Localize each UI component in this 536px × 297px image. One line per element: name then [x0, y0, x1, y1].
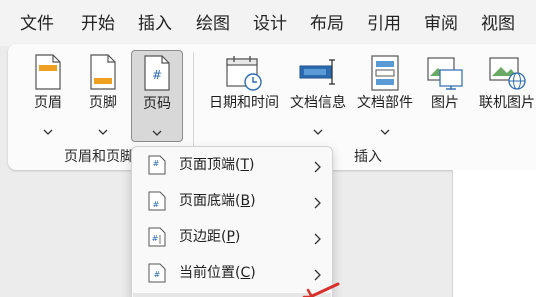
- menu-bar: 文件 开始 插入 绘图 设计 布局 引用 审阅 视图: [0, 0, 536, 46]
- chevron-right-icon: [314, 194, 322, 213]
- menu-item-page-bottom[interactable]: # 页面底端(B): [132, 184, 332, 218]
- menu-file[interactable]: 文件: [20, 12, 54, 36]
- document-info-icon: [298, 54, 338, 94]
- online-picture-button[interactable]: 联机图片: [479, 50, 535, 142]
- chevron-down-icon: [98, 120, 108, 139]
- picture-icon: [426, 54, 464, 94]
- current-position-icon: #: [148, 263, 166, 287]
- chevron-down-icon: [313, 120, 323, 139]
- chevron-down-icon: [43, 120, 53, 139]
- menu-item-page-margin[interactable]: # 页边距(P): [132, 220, 332, 254]
- svg-text:#: #: [153, 159, 160, 168]
- svg-text:#: #: [153, 200, 160, 209]
- menu-layout[interactable]: 布局: [310, 12, 344, 36]
- page-number-label: 页码: [143, 96, 171, 112]
- menu-item-label: 当前位置: [179, 265, 235, 281]
- date-time-icon: [225, 54, 263, 96]
- document-parts-icon: [370, 54, 400, 96]
- svg-text:#: #: [152, 68, 162, 82]
- menu-item-label: 页面底端: [179, 193, 235, 209]
- chevron-right-icon: [314, 230, 322, 249]
- menu-item-page-top[interactable]: # 页面顶端(T): [132, 148, 332, 182]
- word-window: 文件 开始 插入 绘图 设计 布局 引用 审阅 视图 页眉 页脚 # 页码 日期…: [0, 0, 536, 297]
- menu-view[interactable]: 视图: [481, 12, 515, 36]
- menu-draw[interactable]: 绘图: [196, 12, 230, 36]
- menu-home[interactable]: 开始: [81, 12, 115, 36]
- header-icon: [34, 54, 62, 94]
- chevron-down-icon: [380, 120, 390, 139]
- page-top-icon: #: [148, 155, 166, 179]
- date-time-button[interactable]: 日期和时间: [209, 50, 279, 142]
- group-label-insert: 插入: [354, 149, 382, 165]
- menu-item-label: 页面顶端: [179, 157, 235, 173]
- menu-item-accelerator: B: [240, 193, 251, 209]
- svg-text:#: #: [154, 270, 161, 279]
- page-bottom-icon: #: [148, 191, 166, 215]
- menu-item-accelerator: P: [226, 229, 235, 245]
- pen-annotation-icon: [300, 280, 350, 297]
- menu-design[interactable]: 设计: [253, 12, 287, 36]
- picture-button[interactable]: 图片: [420, 50, 470, 142]
- page-margin-icon: #: [148, 227, 166, 251]
- menu-insert[interactable]: 插入: [138, 12, 172, 36]
- document-info-label: 文档信息: [290, 95, 346, 111]
- menu-item-accelerator: T: [240, 157, 250, 173]
- chevron-right-icon: [314, 158, 322, 177]
- menu-item-label: 页边距: [179, 229, 221, 245]
- page-number-button[interactable]: # 页码: [131, 50, 183, 142]
- page-number-menu: # 页面顶端(T) # 页面底端(B) # 页边距(P) # 当前位置(C): [131, 146, 333, 297]
- menu-references[interactable]: 引用: [367, 12, 401, 36]
- document-info-button[interactable]: 文档信息: [290, 50, 346, 142]
- document-parts-button[interactable]: 文档部件: [357, 50, 413, 142]
- date-time-label: 日期和时间: [209, 95, 279, 111]
- online-picture-icon: [488, 54, 526, 94]
- chevron-down-icon: [152, 121, 162, 140]
- footer-icon: [89, 54, 117, 94]
- page-number-icon: #: [143, 55, 171, 95]
- online-picture-label: 联机图片: [479, 95, 535, 111]
- document-page: [452, 170, 536, 297]
- svg-text:#: #: [152, 234, 159, 243]
- menu-review[interactable]: 审阅: [424, 12, 458, 36]
- menu-item-accelerator: C: [240, 265, 251, 281]
- group-label-header-footer: 页眉和页脚: [64, 149, 134, 165]
